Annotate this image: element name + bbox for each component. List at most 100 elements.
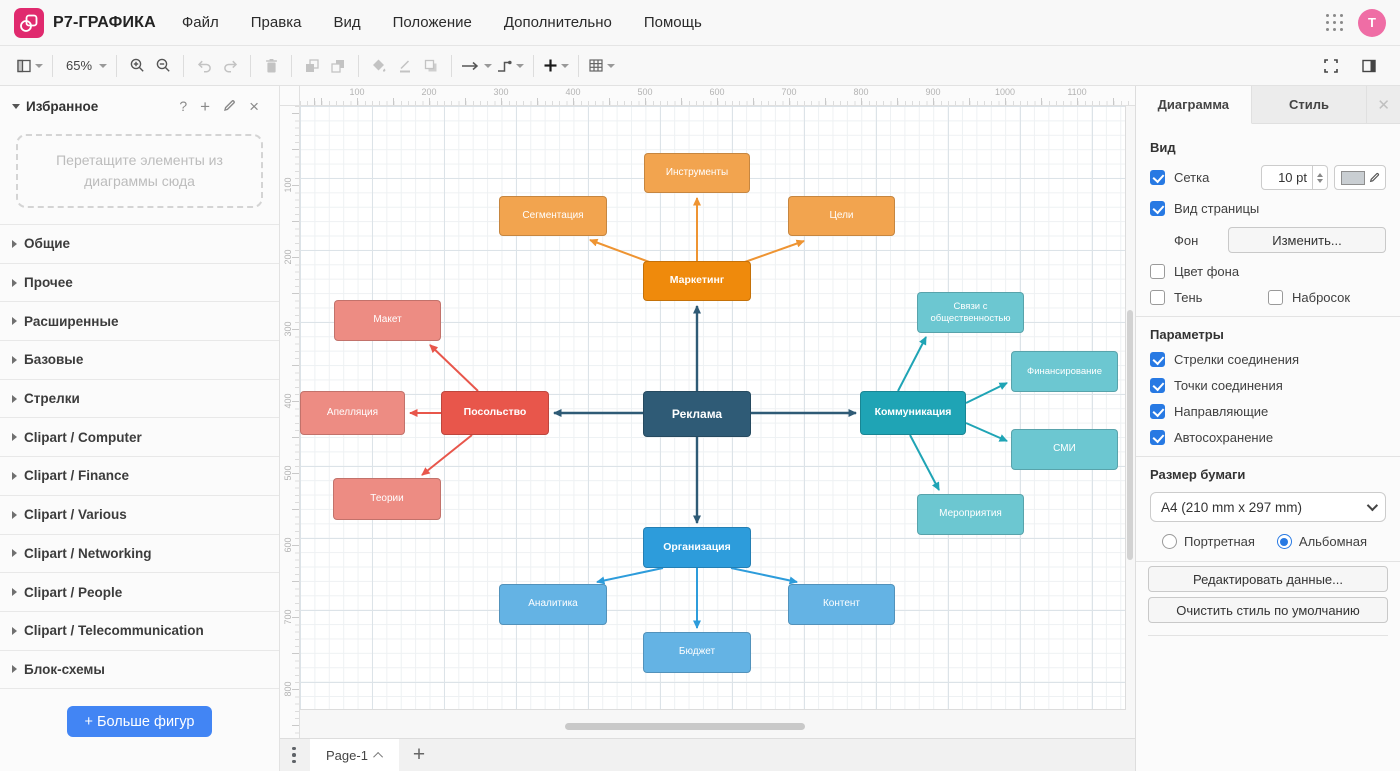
diagram-edge-14[interactable] <box>910 435 939 490</box>
horizontal-scrollbar[interactable] <box>565 723 805 730</box>
fullscreen-button[interactable] <box>1318 53 1344 79</box>
grid-size-stepper[interactable] <box>1313 165 1328 190</box>
option-checkbox-3[interactable] <box>1150 404 1165 419</box>
shadow-checkbox[interactable] <box>1150 290 1165 305</box>
favorites-section-header[interactable]: Избранное ? + × <box>0 86 279 126</box>
menu-item-5[interactable]: Дополнительно <box>488 8 628 37</box>
menu-item-4[interactable]: Положение <box>377 8 488 37</box>
sidebar-section-11[interactable]: Clipart / Telecommunication <box>0 612 279 651</box>
diagram-node-9[interactable]: Теории <box>333 478 441 520</box>
paper-size-select[interactable]: A4 (210 mm x 297 mm) <box>1150 492 1386 522</box>
diagram-node-5[interactable]: Реклама <box>643 391 751 437</box>
edit-pencil-icon[interactable] <box>223 99 236 114</box>
vertical-scrollbar[interactable] <box>1127 310 1133 560</box>
menu-item-1[interactable]: Файл <box>166 8 235 37</box>
bg-color-checkbox[interactable] <box>1150 264 1165 279</box>
sidebar-section-7[interactable]: Clipart / Finance <box>0 457 279 496</box>
table-button[interactable] <box>586 53 617 79</box>
option-checkbox-4[interactable] <box>1150 430 1165 445</box>
line-color-button[interactable] <box>392 53 418 79</box>
add-palette-icon[interactable]: + <box>200 98 210 115</box>
add-page-button[interactable]: + <box>413 743 425 767</box>
sidebar-section-5[interactable]: Стрелки <box>0 380 279 419</box>
grid-checkbox[interactable] <box>1150 170 1165 185</box>
shadow-button[interactable] <box>418 53 444 79</box>
clear-default-style-button[interactable]: Очистить стиль по умолчанию <box>1148 597 1388 623</box>
sidebar-section-1[interactable]: Общие <box>0 225 279 264</box>
diagram-node-11[interactable]: Связи с общественностью <box>917 292 1024 333</box>
diagram-node-8[interactable]: Апелляция <box>300 391 405 435</box>
delete-button[interactable] <box>258 53 284 79</box>
grid-size-input[interactable]: 10 pt <box>1261 165 1313 190</box>
sidebar-section-2[interactable]: Прочее <box>0 264 279 303</box>
format-panel-toggle-button[interactable] <box>1356 53 1382 79</box>
diagram-node-2[interactable]: Сегментация <box>499 196 607 236</box>
diagram-node-4[interactable]: Маркетинг <box>643 261 751 301</box>
diagram-node-13[interactable]: СМИ <box>1011 429 1118 470</box>
change-background-button[interactable]: Изменить... <box>1228 227 1386 253</box>
sidebar-section-9[interactable]: Clipart / Networking <box>0 535 279 574</box>
sidebar-section-4[interactable]: Базовые <box>0 341 279 380</box>
tab-diagram[interactable]: Диаграмма <box>1136 86 1252 124</box>
panel-close-icon[interactable]: ✕ <box>1367 86 1400 123</box>
menu-item-6[interactable]: Помощь <box>628 8 718 37</box>
diagram-edge-12[interactable] <box>966 383 1007 403</box>
zoom-level-dropdown[interactable]: 65% <box>60 53 109 79</box>
to-back-button[interactable] <box>325 53 351 79</box>
sidebar-section-3[interactable]: Расширенные <box>0 302 279 341</box>
diagram-edge-11[interactable] <box>898 337 926 391</box>
diagram-edge-10[interactable] <box>422 435 472 475</box>
tab-style[interactable]: Стиль <box>1252 86 1368 123</box>
diagram-node-7[interactable]: Макет <box>334 300 441 341</box>
landscape-radio[interactable] <box>1277 534 1292 549</box>
edit-data-button[interactable]: Редактировать данные... <box>1148 566 1388 592</box>
diagram-edge-7[interactable] <box>742 241 804 263</box>
orientation-landscape[interactable]: Альбомная <box>1277 534 1367 549</box>
to-front-button[interactable] <box>299 53 325 79</box>
more-shapes-button[interactable]: + Больше фигур <box>67 706 213 737</box>
diagram-edge-8[interactable] <box>430 345 478 391</box>
diagram-node-18[interactable]: Бюджет <box>643 632 751 673</box>
sidebar-section-6[interactable]: Clipart / Computer <box>0 418 279 457</box>
diagram-edge-15[interactable] <box>597 568 663 582</box>
portrait-radio[interactable] <box>1162 534 1177 549</box>
diagram-node-14[interactable]: Мероприятия <box>917 494 1024 535</box>
diagram-node-17[interactable]: Контент <box>788 584 895 625</box>
diagram-node-1[interactable]: Инструменты <box>644 153 750 193</box>
page-view-button[interactable] <box>14 53 45 79</box>
menu-item-2[interactable]: Правка <box>235 8 318 37</box>
page-view-checkbox[interactable] <box>1150 201 1165 216</box>
orientation-portrait[interactable]: Портретная <box>1162 534 1255 549</box>
grid-color-button[interactable] <box>1334 165 1386 190</box>
diagram-node-16[interactable]: Аналитика <box>499 584 607 625</box>
sidebar-section-8[interactable]: Clipart / Various <box>0 496 279 535</box>
avatar[interactable]: T <box>1358 9 1386 37</box>
insert-button[interactable] <box>541 53 571 79</box>
option-checkbox-2[interactable] <box>1150 378 1165 393</box>
connection-style-button[interactable] <box>459 53 494 79</box>
sidebar-section-12[interactable]: Блок-схемы <box>0 651 279 690</box>
option-checkbox-1[interactable] <box>1150 352 1165 367</box>
sketch-checkbox[interactable] <box>1268 290 1283 305</box>
waypoints-button[interactable] <box>494 53 526 79</box>
redo-button[interactable] <box>217 53 243 79</box>
favorites-dropzone[interactable]: Перетащите элементы из диаграммы сюда <box>16 134 263 208</box>
diagram-edge-13[interactable] <box>966 423 1007 441</box>
diagram-node-12[interactable]: Финансирование <box>1011 351 1118 392</box>
help-icon[interactable]: ? <box>179 99 187 113</box>
zoom-out-button[interactable] <box>150 53 176 79</box>
diagram-node-10[interactable]: Коммуникация <box>860 391 966 435</box>
fill-color-button[interactable] <box>366 53 392 79</box>
menu-item-3[interactable]: Вид <box>317 8 376 37</box>
app-logo-icon[interactable] <box>14 8 44 38</box>
diagram-node-6[interactable]: Посольство <box>441 391 549 435</box>
drawing-canvas[interactable]: Инструменты Сегментация Цели Маркетинг Рекла… <box>300 106 1135 738</box>
pages-menu-icon[interactable] <box>292 747 296 764</box>
diagram-node-3[interactable]: Цели <box>788 196 895 236</box>
undo-button[interactable] <box>191 53 217 79</box>
page-tab[interactable]: Page-1 <box>310 739 399 772</box>
zoom-in-button[interactable] <box>124 53 150 79</box>
diagram-node-15[interactable]: Организация <box>643 527 751 568</box>
apps-grid-icon[interactable] <box>1326 14 1344 32</box>
sidebar-section-10[interactable]: Clipart / People <box>0 573 279 612</box>
